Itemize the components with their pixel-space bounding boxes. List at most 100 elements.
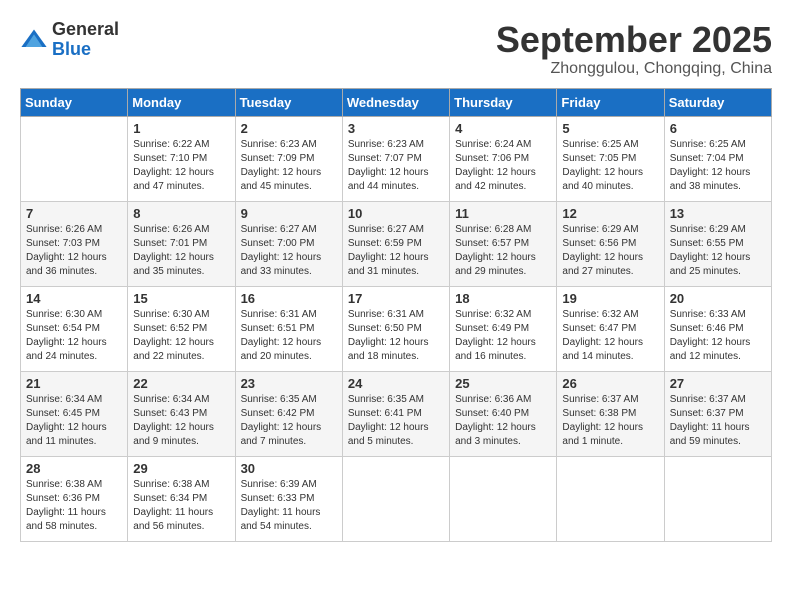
calendar-cell: 14Sunrise: 6:30 AM Sunset: 6:54 PM Dayli… [21, 286, 128, 371]
calendar-cell: 3Sunrise: 6:23 AM Sunset: 7:07 PM Daylig… [342, 116, 449, 201]
day-number: 3 [348, 121, 444, 136]
week-row-3: 14Sunrise: 6:30 AM Sunset: 6:54 PM Dayli… [21, 286, 772, 371]
calendar-cell: 30Sunrise: 6:39 AM Sunset: 6:33 PM Dayli… [235, 456, 342, 541]
day-number: 6 [670, 121, 766, 136]
day-number: 9 [241, 206, 337, 221]
day-info: Sunrise: 6:37 AM Sunset: 6:37 PM Dayligh… [670, 393, 766, 449]
calendar-cell: 5 Sunrise: 6:25 AM Sunset: 7:05 PM Daylig… [557, 116, 664, 201]
calendar-cell [450, 456, 557, 541]
day-number: 25 [455, 376, 551, 391]
day-number: 29 [133, 461, 229, 476]
day-number: 10 [348, 206, 444, 221]
header-cell-thursday: Thursday [450, 88, 557, 116]
calendar-cell: 17 Sunrise: 6:31 AM Sunset: 6:50 PM Dayli… [342, 286, 449, 371]
calendar-cell: 9Sunrise: 6:27 AM Sunset: 7:00 PM Daylig… [235, 201, 342, 286]
day-info: Sunrise: 6:36 AM Sunset: 6:40 PM Dayligh… [455, 393, 551, 449]
day-info: Sunrise: 6:35 AM Sunset: 6:42 PM Dayligh… [241, 393, 337, 449]
day-info: Sunrise: 6:22 AM Sunset: 7:10 PM Dayligh… [133, 138, 229, 194]
day-info: Sunrise: 6:32 AM Sunset: 6:49 PM Dayligh… [455, 308, 551, 364]
header-cell-tuesday: Tuesday [235, 88, 342, 116]
calendar-cell [557, 456, 664, 541]
location-subtitle: Zhonggulou, Chongqing, China [496, 60, 772, 78]
day-info: Sunrise: 6:28 AM Sunset: 6:57 PM Dayligh… [455, 223, 551, 279]
calendar-cell: 13Sunrise: 6:29 AM Sunset: 6:55 PM Dayli… [664, 201, 771, 286]
calendar-cell: 27 Sunrise: 6:37 AM Sunset: 6:37 PM Dayli… [664, 371, 771, 456]
calendar-cell: 24Sunrise: 6:35 AM Sunset: 6:41 PM Dayli… [342, 371, 449, 456]
day-info: Sunrise: 6:26 AM Sunset: 7:03 PM Dayligh… [26, 223, 122, 279]
calendar-cell: 12 Sunrise: 6:29 AM Sunset: 6:56 PM Dayli… [557, 201, 664, 286]
day-number: 18 [455, 291, 551, 306]
day-info: Sunrise: 6:27 AM Sunset: 6:59 PM Dayligh… [348, 223, 444, 279]
title-block: September 2025 Zhonggulou, Chongqing, Ch… [496, 20, 772, 78]
logo: General Blue [20, 20, 119, 60]
day-number: 4 [455, 121, 551, 136]
day-info: Sunrise: 6:23 AM Sunset: 7:09 PM Dayligh… [241, 138, 337, 194]
calendar-cell: 8 Sunrise: 6:26 AM Sunset: 7:01 PM Daylig… [128, 201, 235, 286]
calendar-cell: 29 Sunrise: 6:38 AM Sunset: 6:34 PM Dayli… [128, 456, 235, 541]
day-info: Sunrise: 6:34 AM Sunset: 6:43 PM Dayligh… [133, 393, 229, 449]
calendar-cell: 26Sunrise: 6:37 AM Sunset: 6:38 PM Dayli… [557, 371, 664, 456]
calendar-cell: 16Sunrise: 6:31 AM Sunset: 6:51 PM Dayli… [235, 286, 342, 371]
calendar-cell: 6 Sunrise: 6:25 AM Sunset: 7:04 PM Daylig… [664, 116, 771, 201]
calendar-cell: 22 Sunrise: 6:34 AM Sunset: 6:43 PM Dayli… [128, 371, 235, 456]
calendar-cell: 7 Sunrise: 6:26 AM Sunset: 7:03 PM Daylig… [21, 201, 128, 286]
day-info: Sunrise: 6:30 AM Sunset: 6:52 PM Dayligh… [133, 308, 229, 364]
calendar-cell [342, 456, 449, 541]
day-number: 30 [241, 461, 337, 476]
header-cell-monday: Monday [128, 88, 235, 116]
calendar-cell: 18 Sunrise: 6:32 AM Sunset: 6:49 PM Dayli… [450, 286, 557, 371]
day-info: Sunrise: 6:38 AM Sunset: 6:34 PM Dayligh… [133, 478, 229, 534]
logo-icon [20, 26, 48, 54]
calendar-cell: 23Sunrise: 6:35 AM Sunset: 6:42 PM Dayli… [235, 371, 342, 456]
header-row: SundayMondayTuesdayWednesdayThursdayFrid… [21, 88, 772, 116]
day-number: 2 [241, 121, 337, 136]
day-info: Sunrise: 6:25 AM Sunset: 7:04 PM Dayligh… [670, 138, 766, 194]
day-number: 7 [26, 206, 122, 221]
day-number: 11 [455, 206, 551, 221]
day-number: 16 [241, 291, 337, 306]
calendar-cell: 20Sunrise: 6:33 AM Sunset: 6:46 PM Dayli… [664, 286, 771, 371]
logo-text: General Blue [52, 20, 119, 60]
logo-general: General [52, 20, 119, 40]
day-number: 21 [26, 376, 122, 391]
calendar-header: SundayMondayTuesdayWednesdayThursdayFrid… [21, 88, 772, 116]
day-info: Sunrise: 6:29 AM Sunset: 6:56 PM Dayligh… [562, 223, 658, 279]
day-number: 5 [562, 121, 658, 136]
day-info: Sunrise: 6:34 AM Sunset: 6:45 PM Dayligh… [26, 393, 122, 449]
day-number: 17 [348, 291, 444, 306]
day-info: Sunrise: 6:25 AM Sunset: 7:05 PM Dayligh… [562, 138, 658, 194]
calendar-body: 1 Sunrise: 6:22 AM Sunset: 7:10 PM Daylig… [21, 116, 772, 541]
day-number: 22 [133, 376, 229, 391]
calendar-cell: 19Sunrise: 6:32 AM Sunset: 6:47 PM Dayli… [557, 286, 664, 371]
calendar-table: SundayMondayTuesdayWednesdayThursdayFrid… [20, 88, 772, 542]
day-info: Sunrise: 6:26 AM Sunset: 7:01 PM Dayligh… [133, 223, 229, 279]
day-number: 15 [133, 291, 229, 306]
day-info: Sunrise: 6:24 AM Sunset: 7:06 PM Dayligh… [455, 138, 551, 194]
calendar-cell: 25 Sunrise: 6:36 AM Sunset: 6:40 PM Dayli… [450, 371, 557, 456]
day-number: 12 [562, 206, 658, 221]
week-row-2: 7 Sunrise: 6:26 AM Sunset: 7:03 PM Daylig… [21, 201, 772, 286]
calendar-cell: 10 Sunrise: 6:27 AM Sunset: 6:59 PM Dayli… [342, 201, 449, 286]
day-info: Sunrise: 6:31 AM Sunset: 6:50 PM Dayligh… [348, 308, 444, 364]
calendar-cell: 21 Sunrise: 6:34 AM Sunset: 6:45 PM Dayli… [21, 371, 128, 456]
day-number: 26 [562, 376, 658, 391]
calendar-cell: 2 Sunrise: 6:23 AM Sunset: 7:09 PM Daylig… [235, 116, 342, 201]
day-number: 8 [133, 206, 229, 221]
day-number: 27 [670, 376, 766, 391]
calendar-cell: 15 Sunrise: 6:30 AM Sunset: 6:52 PM Dayli… [128, 286, 235, 371]
month-title: September 2025 [496, 20, 772, 60]
calendar-cell: 11 Sunrise: 6:28 AM Sunset: 6:57 PM Dayli… [450, 201, 557, 286]
header-cell-sunday: Sunday [21, 88, 128, 116]
header-cell-wednesday: Wednesday [342, 88, 449, 116]
header-cell-friday: Friday [557, 88, 664, 116]
week-row-4: 21 Sunrise: 6:34 AM Sunset: 6:45 PM Dayli… [21, 371, 772, 456]
logo-blue: Blue [52, 40, 119, 60]
day-number: 28 [26, 461, 122, 476]
day-number: 1 [133, 121, 229, 136]
day-number: 19 [562, 291, 658, 306]
week-row-5: 28 Sunrise: 6:38 AM Sunset: 6:36 PM Dayli… [21, 456, 772, 541]
day-info: Sunrise: 6:35 AM Sunset: 6:41 PM Dayligh… [348, 393, 444, 449]
day-info: Sunrise: 6:30 AM Sunset: 6:54 PM Dayligh… [26, 308, 122, 364]
calendar-cell: 4 Sunrise: 6:24 AM Sunset: 7:06 PM Daylig… [450, 116, 557, 201]
day-info: Sunrise: 6:38 AM Sunset: 6:36 PM Dayligh… [26, 478, 122, 534]
